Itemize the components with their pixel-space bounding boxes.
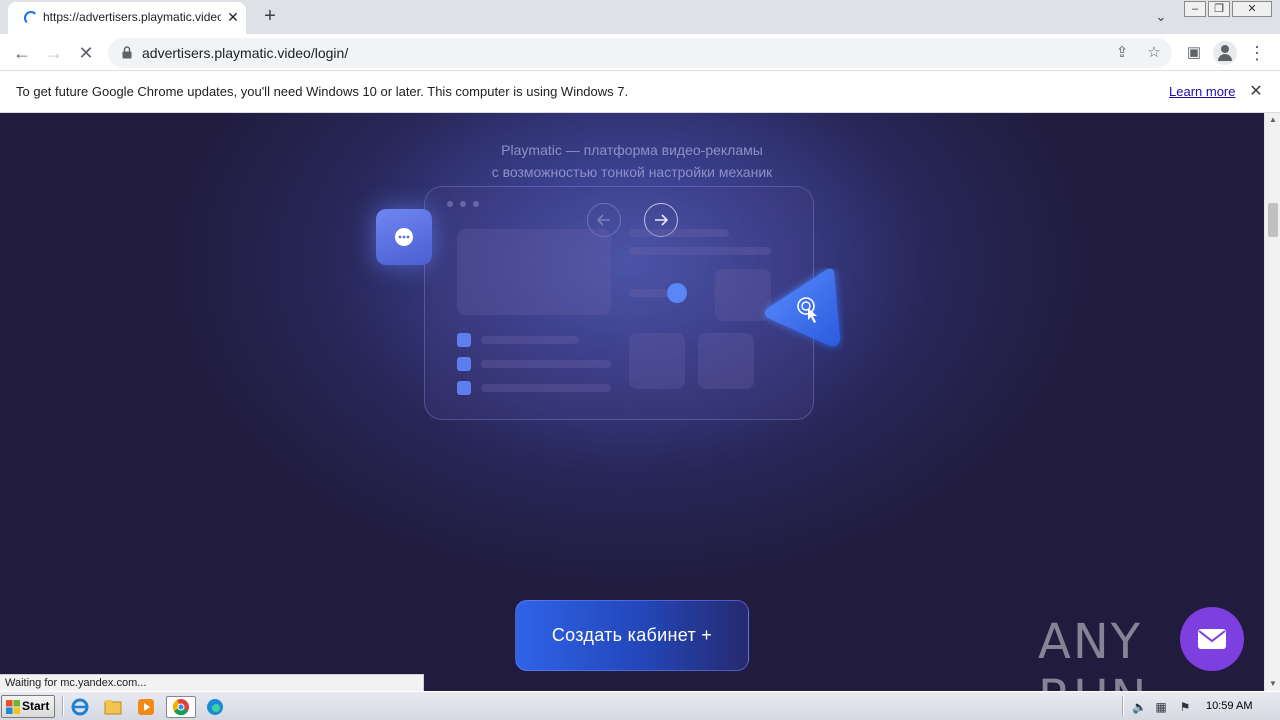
update-infobar: To get future Google Chrome updates, you… — [0, 71, 1280, 113]
checkbox-icon — [457, 381, 471, 395]
bookmark-star-icon[interactable]: ☆ — [1143, 42, 1165, 64]
ie-icon[interactable] — [68, 696, 92, 718]
tab-search-chevron-icon[interactable]: ⌄ — [1150, 6, 1172, 28]
scroll-up-icon[interactable]: ▲ — [1265, 113, 1280, 127]
create-account-button[interactable]: Создать кабинет + — [515, 600, 749, 671]
infobar-message: To get future Google Chrome updates, you… — [16, 84, 629, 99]
tab-title: https://advertisers.playmatic.video/ — [43, 10, 221, 24]
chat-bubble-icon — [376, 209, 432, 265]
back-arrow-icon[interactable]: ← — [9, 40, 35, 66]
scroll-thumb[interactable] — [1268, 203, 1278, 237]
new-tab-button[interactable]: + — [258, 4, 282, 28]
card-placeholder — [698, 333, 754, 389]
mail-button[interactable] — [1180, 607, 1244, 671]
share-icon[interactable]: ⇪ — [1111, 42, 1133, 64]
windows-logo-icon — [6, 700, 20, 714]
tray-separator — [1122, 696, 1124, 716]
loading-spinner-icon — [24, 11, 38, 25]
taskbar-separator — [62, 696, 64, 716]
window-dot — [473, 201, 479, 207]
text-placeholder — [629, 247, 771, 255]
taskbar-clock[interactable]: 10:59 AM — [1206, 700, 1252, 712]
chrome-icon[interactable] — [166, 696, 196, 718]
scroll-down-icon[interactable]: ▼ — [1265, 677, 1280, 691]
dashboard-illustration — [424, 186, 814, 420]
window-dot — [447, 201, 453, 207]
text-placeholder — [629, 229, 729, 237]
page-scrollbar[interactable]: ▲ ▼ — [1264, 113, 1280, 691]
create-account-label: Создать кабинет + — [551, 625, 713, 645]
lock-icon — [122, 46, 132, 59]
restore-button[interactable]: ❐ — [1208, 1, 1230, 17]
envelope-icon — [1198, 629, 1226, 649]
url-text[interactable]: advertisers.playmatic.video/login/ — [142, 45, 348, 61]
start-label: Start — [22, 699, 50, 713]
tagline-line-2: с возможностью тонкой настройки механик — [491, 164, 773, 180]
media-player-icon[interactable] — [134, 696, 158, 718]
list-line — [481, 384, 611, 392]
status-bubble: Waiting for mc.yandex.com... — [0, 674, 424, 692]
media-placeholder — [457, 229, 611, 315]
hero-tagline: Playmatic — платформа видео-рекламы с во… — [0, 139, 1264, 183]
forward-arrow-icon[interactable]: → — [41, 40, 67, 66]
profile-avatar-icon[interactable] — [1213, 41, 1237, 65]
list-line — [481, 336, 579, 344]
click-cursor-icon — [765, 268, 840, 347]
tab-close-icon[interactable]: ✕ — [224, 8, 242, 26]
checkbox-icon — [457, 357, 471, 371]
card-placeholder — [629, 333, 685, 389]
active-tab[interactable]: https://advertisers.playmatic.video/ ✕ — [8, 2, 246, 34]
volume-icon[interactable]: 🔈 — [1132, 700, 1147, 714]
window-dot — [460, 201, 466, 207]
explorer-icon[interactable] — [101, 696, 125, 718]
infobar-close-icon[interactable]: ✕ — [1246, 82, 1266, 102]
start-button[interactable]: Start — [1, 695, 55, 718]
windows-taskbar: Start 🔈 ▦ ⚑ 10:59 AM — [0, 691, 1280, 720]
tab-strip: https://advertisers.playmatic.video/ ✕ +… — [0, 0, 1280, 34]
minimize-button[interactable]: – — [1184, 1, 1206, 17]
action-center-flag-icon[interactable]: ⚑ — [1178, 700, 1192, 714]
stop-loading-icon[interactable]: ✕ — [73, 40, 99, 66]
browser-toolbar: ← → ✕ advertisers.playmatic.video/login/… — [0, 34, 1280, 71]
network-icon[interactable]: ▦ — [1154, 700, 1168, 714]
list-line — [481, 360, 611, 368]
edge-icon[interactable] — [203, 696, 227, 718]
page-content: Playmatic — платформа видео-рекламы с во… — [0, 113, 1264, 691]
slider-knob — [667, 283, 687, 303]
close-window-button[interactable]: ✕ — [1232, 1, 1272, 17]
side-panel-icon[interactable]: ▣ — [1181, 40, 1207, 66]
address-bar[interactable]: advertisers.playmatic.video/login/ ⇪ ☆ — [108, 38, 1172, 68]
browser-menu-icon[interactable]: ⋮ — [1244, 40, 1270, 66]
learn-more-link[interactable]: Learn more — [1169, 84, 1235, 99]
checkbox-icon — [457, 333, 471, 347]
tagline-line-1: Playmatic — платформа видео-рекламы — [501, 142, 763, 158]
